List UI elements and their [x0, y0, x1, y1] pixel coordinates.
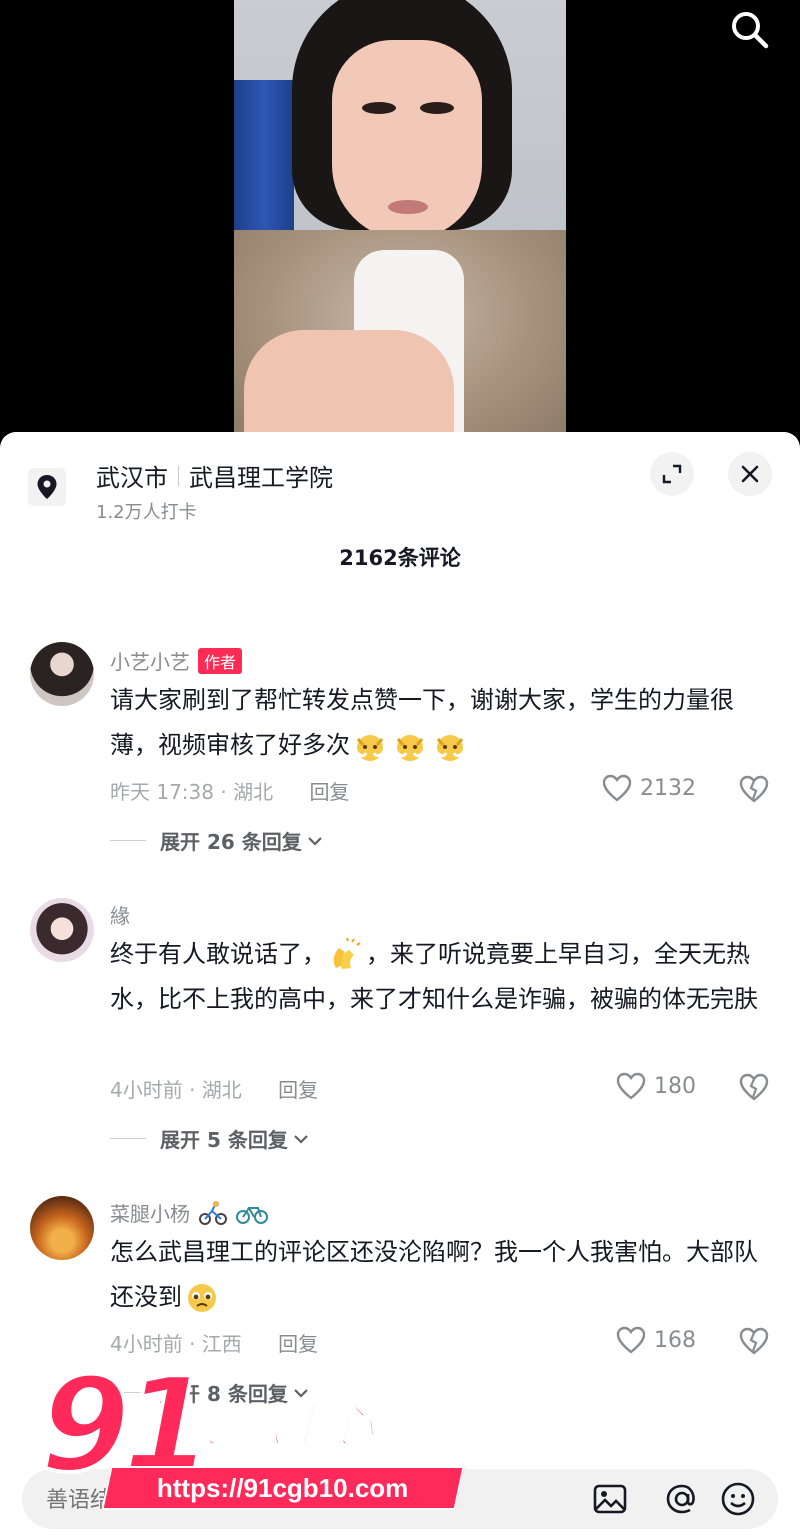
avatar[interactable] [30, 1196, 94, 1260]
comment-sheet: 武汉市 武昌理工学院 1.2万人打卡 2162条评论 小艺小艺 作者 请大家刷到… [0, 432, 800, 1535]
comment-text: 怎么武昌理工的评论区还没沦陷啊？我一个人我害怕。大部队还没到 [110, 1230, 770, 1320]
left-eye [362, 102, 396, 114]
comment-user[interactable]: 小艺小艺 作者 [110, 646, 243, 675]
expand-replies-label: 展开 5 条回复 [160, 1128, 288, 1152]
reply-button[interactable]: 回复 [278, 1332, 318, 1356]
broken-heart-icon [739, 1327, 769, 1355]
search-button[interactable] [728, 8, 772, 52]
video-player[interactable] [0, 0, 800, 440]
username[interactable]: 緣 [110, 900, 130, 929]
heart-icon [602, 774, 632, 802]
dislike-button[interactable] [738, 1326, 770, 1358]
comment-user[interactable]: 菜腿小杨 [110, 1198, 268, 1227]
location-title[interactable]: 武汉市 武昌理工学院 [96, 458, 333, 493]
reply-button[interactable]: 回复 [278, 1078, 318, 1102]
reply-button[interactable]: 回复 [309, 780, 349, 804]
comment-meta: 4小时前 · 湖北 回复 [110, 1074, 318, 1103]
expand-replies-label: 展开 26 条回复 [160, 830, 302, 854]
avatar[interactable] [30, 898, 94, 962]
image-button[interactable] [592, 1481, 628, 1517]
search-icon [732, 12, 769, 49]
comment-input[interactable] [44, 1479, 548, 1521]
emoji-button[interactable] [720, 1481, 756, 1517]
expand-replies[interactable]: 展开 8 条回复 [110, 1378, 310, 1407]
location-city: 武汉市 [96, 464, 168, 492]
image-icon [593, 1484, 627, 1514]
chevron-down-icon [307, 836, 322, 846]
expand-replies-label: 展开 8 条回复 [160, 1382, 288, 1406]
comment-time: 昨天 17:38 · 湖北 [110, 780, 274, 804]
emoji-icon [721, 1482, 755, 1516]
crying-cat-emoji-icon [350, 729, 390, 763]
right-eye [420, 102, 454, 114]
face [332, 40, 482, 240]
broken-heart-icon [739, 775, 769, 803]
crying-cat-emoji-icon [390, 729, 430, 763]
comment-time: 4小时前 · 江西 [110, 1332, 242, 1356]
mouth [388, 200, 428, 214]
comment-user[interactable]: 緣 [110, 900, 130, 929]
heart-icon [616, 1326, 646, 1354]
broken-heart-icon [739, 1073, 769, 1101]
comment-count: 2162条评论 [339, 546, 461, 570]
cyclist-emoji-icon [199, 1200, 227, 1225]
author-badge: 作者 [198, 647, 243, 674]
expand-replies[interactable]: 展开 5 条回复 [110, 1124, 310, 1153]
chevron-down-icon [294, 1388, 308, 1398]
chevron-down-icon [294, 1134, 308, 1144]
like-button[interactable]: 180 [616, 1072, 696, 1100]
avatar[interactable] [30, 642, 94, 706]
like-button[interactable]: 168 [616, 1326, 696, 1354]
bicycle-emoji-icon [236, 1206, 268, 1224]
like-button[interactable]: 2132 [602, 774, 696, 802]
like-count: 168 [654, 1327, 696, 1353]
close-icon [741, 465, 759, 483]
clapping-hands-emoji-icon [326, 937, 366, 972]
comment-meta: 4小时前 · 江西 回复 [110, 1328, 318, 1357]
expand-button[interactable] [650, 452, 694, 496]
heart-icon [616, 1072, 646, 1100]
username[interactable]: 小艺小艺 [110, 646, 190, 675]
mention-button[interactable] [664, 1481, 700, 1517]
expand-replies[interactable]: 展开 26 条回复 [110, 826, 324, 855]
comment-meta: 昨天 17:38 · 湖北 回复 [110, 776, 349, 805]
location-pin-icon [28, 468, 66, 506]
dislike-button[interactable] [738, 1072, 770, 1104]
location-checkins: 1.2万人打卡 [96, 502, 197, 523]
like-count: 2132 [640, 775, 696, 801]
expand-icon [662, 464, 682, 484]
crying-cat-emoji-icon [430, 729, 470, 763]
location-place: 武昌理工学院 [189, 464, 333, 492]
close-button[interactable] [728, 452, 772, 496]
divider [110, 1392, 146, 1393]
comment-text: 请大家刷到了帮忙转发点赞一下，谢谢大家，学生的力量很薄，视频审核了好多次 [110, 678, 770, 768]
at-icon [666, 1484, 695, 1514]
dislike-button[interactable] [738, 774, 770, 806]
comment-text: 终于有人敢说话了， ，来了听说竟要上早自习，全天无热水，比不上我的高中，来了才知什… [110, 932, 770, 1022]
divider [110, 1138, 146, 1139]
hand [244, 330, 454, 432]
like-count: 180 [654, 1073, 696, 1099]
username[interactable]: 菜腿小杨 [110, 1198, 190, 1227]
video-frame [234, 0, 566, 432]
teary-face-emoji-icon [182, 1281, 222, 1315]
divider [110, 840, 146, 841]
comment-body-start: 终于有人敢说话了， [110, 940, 326, 968]
comment-time: 4小时前 · 湖北 [110, 1078, 242, 1102]
comment-input-bar [22, 1469, 778, 1529]
location-header[interactable]: 武汉市 武昌理工学院 1.2万人打卡 [28, 452, 772, 523]
divider [178, 465, 179, 486]
